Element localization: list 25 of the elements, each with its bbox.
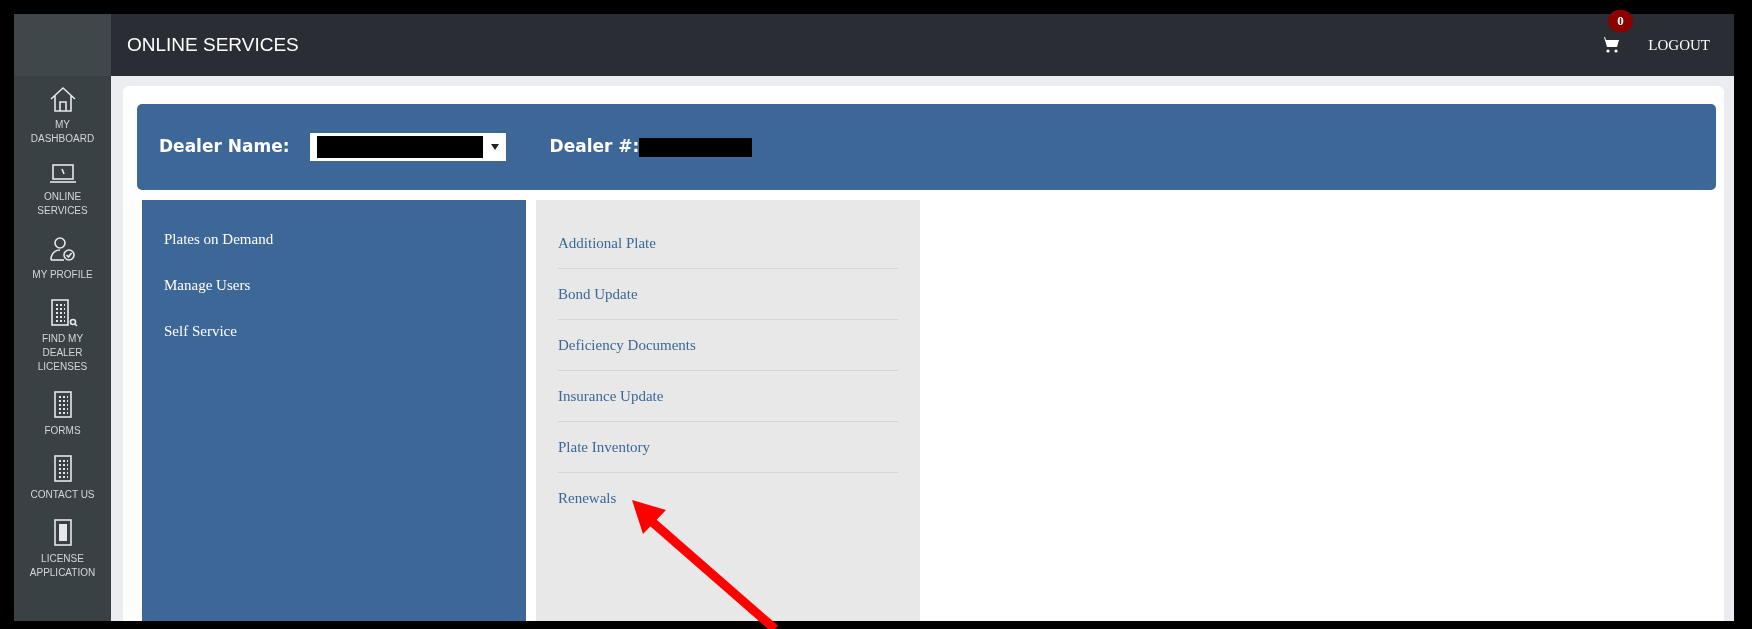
nav-item[interactable]: FORMS bbox=[14, 382, 111, 446]
nav-item[interactable]: ONLINE SERVICES bbox=[14, 154, 111, 226]
laptop-icon bbox=[47, 162, 78, 186]
submenu-link[interactable]: Renewals bbox=[558, 490, 617, 506]
submenu-link[interactable]: Deficiency Documents bbox=[558, 337, 696, 353]
nav-item[interactable]: LICENSE APPLICATION bbox=[14, 510, 111, 588]
menu-item[interactable]: Plates on Demand bbox=[164, 228, 274, 250]
nav-item[interactable]: MY PROFILE bbox=[14, 226, 111, 290]
cart-count-badge: 0 bbox=[1608, 10, 1633, 32]
user-check-icon bbox=[47, 234, 78, 264]
nav-item[interactable]: MY DASHBOARD bbox=[14, 76, 111, 154]
dealer-name-label: Dealer Name: bbox=[159, 135, 290, 159]
submenu-link[interactable]: Plate Inventory bbox=[558, 439, 651, 455]
logout-link[interactable]: LOGOUT bbox=[1648, 33, 1710, 57]
submenu-link[interactable]: Bond Update bbox=[558, 286, 638, 302]
menu-item[interactable]: Manage Users bbox=[164, 274, 251, 296]
submenu-link[interactable]: Insurance Update bbox=[558, 388, 664, 404]
dropdown-arrow-icon bbox=[490, 144, 499, 150]
nav-item[interactable]: CONTACT US bbox=[14, 446, 111, 510]
dealer-number-label: Dealer #: bbox=[549, 135, 640, 159]
nav-item[interactable]: FIND MY DEALER LICENSES bbox=[14, 290, 111, 382]
page-title: ONLINE SERVICES bbox=[127, 32, 299, 57]
submenu-link[interactable]: Additional Plate bbox=[558, 235, 656, 251]
menu-item[interactable]: Self Service bbox=[164, 320, 237, 342]
dealer-name-select[interactable] bbox=[309, 133, 506, 161]
